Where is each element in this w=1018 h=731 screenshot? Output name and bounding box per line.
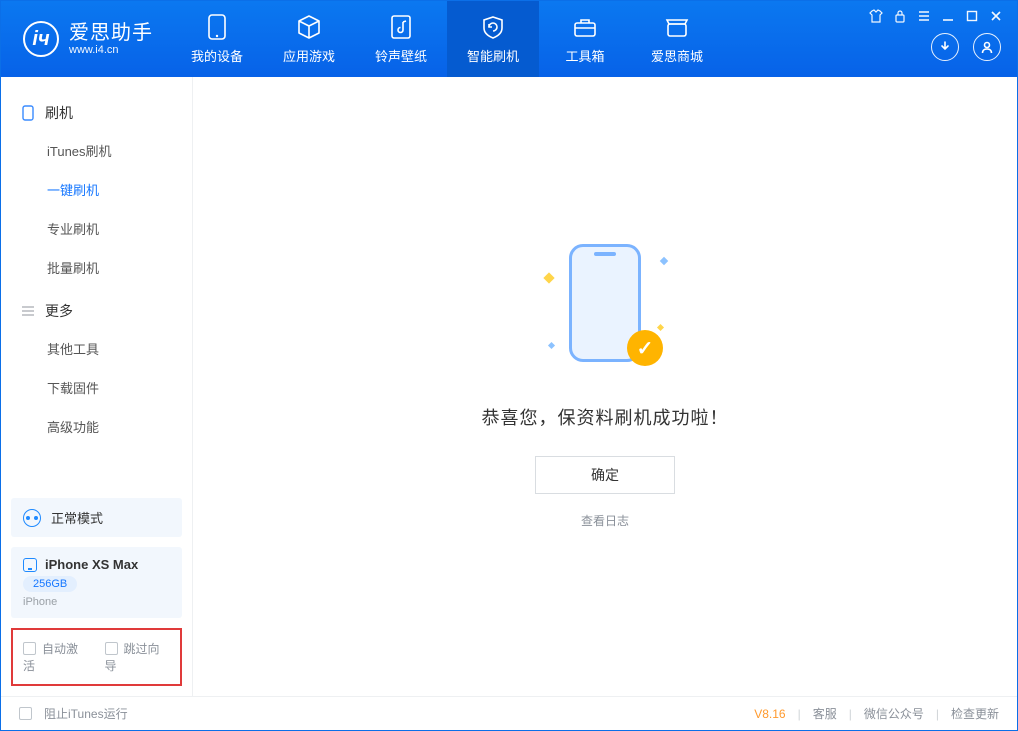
ok-button[interactable]: 确定 <box>535 456 675 494</box>
check-badge-icon: ✓ <box>627 330 663 366</box>
list-icon <box>21 304 35 318</box>
footer: 阻止iTunes运行 V8.16 | 客服 | 微信公众号 | 检查更新 <box>1 696 1017 730</box>
sidebar-section-more: 更多 其他工具 下载固件 高级功能 <box>1 293 192 452</box>
nav-toolbox[interactable]: 工具箱 <box>539 1 631 77</box>
nav-label: 智能刷机 <box>467 46 519 65</box>
option-skip-guide[interactable]: 跳过向导 <box>105 640 171 674</box>
nav-store[interactable]: 爱思商城 <box>631 1 723 77</box>
checkbox-icon[interactable] <box>19 707 32 720</box>
header-right-actions <box>931 33 1001 61</box>
nav-label: 铃声壁纸 <box>375 46 427 65</box>
maximize-icon[interactable] <box>965 9 979 23</box>
lock-icon[interactable] <box>893 9 907 23</box>
check-update-link[interactable]: 检查更新 <box>951 705 999 722</box>
sidebar-item-pro-flash[interactable]: 专业刷机 <box>1 209 192 248</box>
nav-smart-flash[interactable]: 智能刷机 <box>447 1 539 77</box>
nav-ringtones-wallpapers[interactable]: 铃声壁纸 <box>355 1 447 77</box>
store-icon <box>664 14 690 40</box>
main-content: ✓ 恭喜您，保资料刷机成功啦！ 确定 查看日志 <box>193 77 1017 696</box>
nav-label: 应用游戏 <box>283 46 335 65</box>
spark-icon <box>660 257 668 265</box>
checkbox-icon[interactable] <box>23 642 36 655</box>
wechat-link[interactable]: 微信公众号 <box>864 705 924 722</box>
menu-icon[interactable] <box>917 9 931 23</box>
success-illustration: ✓ <box>525 244 685 374</box>
device-type-label: iPhone <box>23 596 170 608</box>
user-icon[interactable] <box>973 33 1001 61</box>
device-icon <box>204 14 230 40</box>
device-info-row[interactable]: iPhone XS Max 256GB iPhone <box>11 547 182 618</box>
logo-icon: iч <box>23 21 59 57</box>
nav-my-device[interactable]: 我的设备 <box>171 1 263 77</box>
main-nav: 我的设备 应用游戏 铃声壁纸 智能刷机 工具箱 爱思商城 <box>171 1 723 77</box>
sidebar-header-label: 更多 <box>45 301 73 321</box>
device-mode-label: 正常模式 <box>51 508 103 527</box>
spark-icon <box>548 342 555 349</box>
nav-label: 我的设备 <box>191 46 243 65</box>
body: 刷机 iTunes刷机 一键刷机 专业刷机 批量刷机 更多 其他工具 下载固件 … <box>1 77 1017 696</box>
sidebar-item-oneclick-flash[interactable]: 一键刷机 <box>1 170 192 209</box>
sidebar-header-flash[interactable]: 刷机 <box>1 95 192 131</box>
version-label: V8.16 <box>754 707 785 721</box>
sidebar-item-other-tools[interactable]: 其他工具 <box>1 329 192 368</box>
logo-text: 爱思助手 www.i4.cn <box>69 22 153 56</box>
header: iч 爱思助手 www.i4.cn 我的设备 应用游戏 铃声壁纸 智能刷机 <box>1 1 1017 77</box>
device-storage-badge: 256GB <box>23 576 77 592</box>
logo[interactable]: iч 爱思助手 www.i4.cn <box>1 1 171 77</box>
mode-icon <box>23 509 41 527</box>
sidebar-item-advanced[interactable]: 高级功能 <box>1 407 192 446</box>
option-auto-activate[interactable]: 自动激活 <box>23 640 89 674</box>
titlebar-controls <box>869 9 1003 23</box>
sidebar-item-download-firmware[interactable]: 下载固件 <box>1 368 192 407</box>
device-mode-row[interactable]: 正常模式 <box>11 498 182 537</box>
phone-small-icon <box>21 106 35 120</box>
device-pane: 正常模式 iPhone XS Max 256GB iPhone 自动激活 跳过向… <box>1 498 192 696</box>
nav-label: 爱思商城 <box>651 46 703 65</box>
refresh-shield-icon <box>480 14 506 40</box>
sidebar-item-batch-flash[interactable]: 批量刷机 <box>1 248 192 287</box>
nav-label: 工具箱 <box>565 46 604 65</box>
options-row: 自动激活 跳过向导 <box>11 628 182 686</box>
music-file-icon <box>388 14 414 40</box>
close-icon[interactable] <box>989 9 1003 23</box>
view-log-link[interactable]: 查看日志 <box>581 512 629 529</box>
spark-icon <box>657 324 664 331</box>
sidebar-header-label: 刷机 <box>45 103 73 123</box>
spark-icon <box>543 272 554 283</box>
device-name: iPhone XS Max <box>45 557 138 572</box>
minimize-icon[interactable] <box>941 9 955 23</box>
download-icon[interactable] <box>931 33 959 61</box>
block-itunes-label[interactable]: 阻止iTunes运行 <box>44 705 128 722</box>
success-message: 恭喜您，保资料刷机成功啦！ <box>482 404 729 430</box>
nav-apps-games[interactable]: 应用游戏 <box>263 1 355 77</box>
toolbox-icon <box>572 14 598 40</box>
sidebar-section-flash: 刷机 iTunes刷机 一键刷机 专业刷机 批量刷机 <box>1 95 192 293</box>
sidebar-item-itunes-flash[interactable]: iTunes刷机 <box>1 131 192 170</box>
shirt-icon[interactable] <box>869 9 883 23</box>
app-url: www.i4.cn <box>69 44 153 56</box>
sidebar: 刷机 iTunes刷机 一键刷机 专业刷机 批量刷机 更多 其他工具 下载固件 … <box>1 77 193 696</box>
phone-mini-icon <box>23 558 37 572</box>
app-window: iч 爱思助手 www.i4.cn 我的设备 应用游戏 铃声壁纸 智能刷机 <box>0 0 1018 731</box>
cube-icon <box>296 14 322 40</box>
app-name: 爱思助手 <box>69 22 153 44</box>
sidebar-header-more[interactable]: 更多 <box>1 293 192 329</box>
support-link[interactable]: 客服 <box>813 705 837 722</box>
checkbox-icon[interactable] <box>105 642 118 655</box>
